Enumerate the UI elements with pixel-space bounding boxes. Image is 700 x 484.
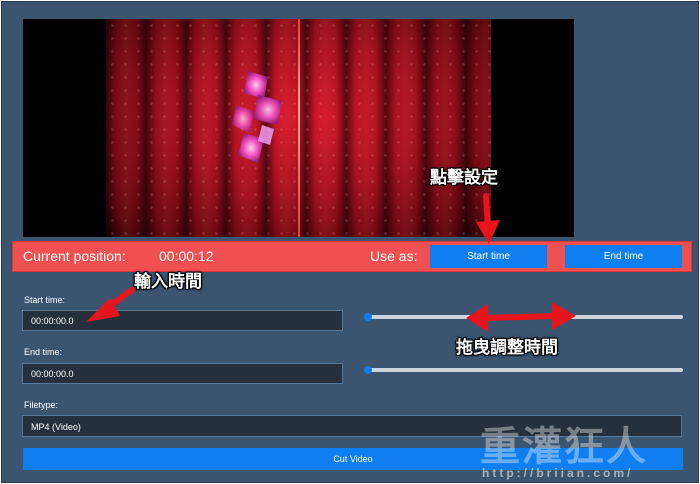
double-arrow-icon bbox=[466, 302, 576, 332]
annotation-arrows bbox=[86, 193, 576, 332]
arrow-down-icon bbox=[476, 193, 500, 244]
arrow-left-icon bbox=[86, 287, 135, 322]
